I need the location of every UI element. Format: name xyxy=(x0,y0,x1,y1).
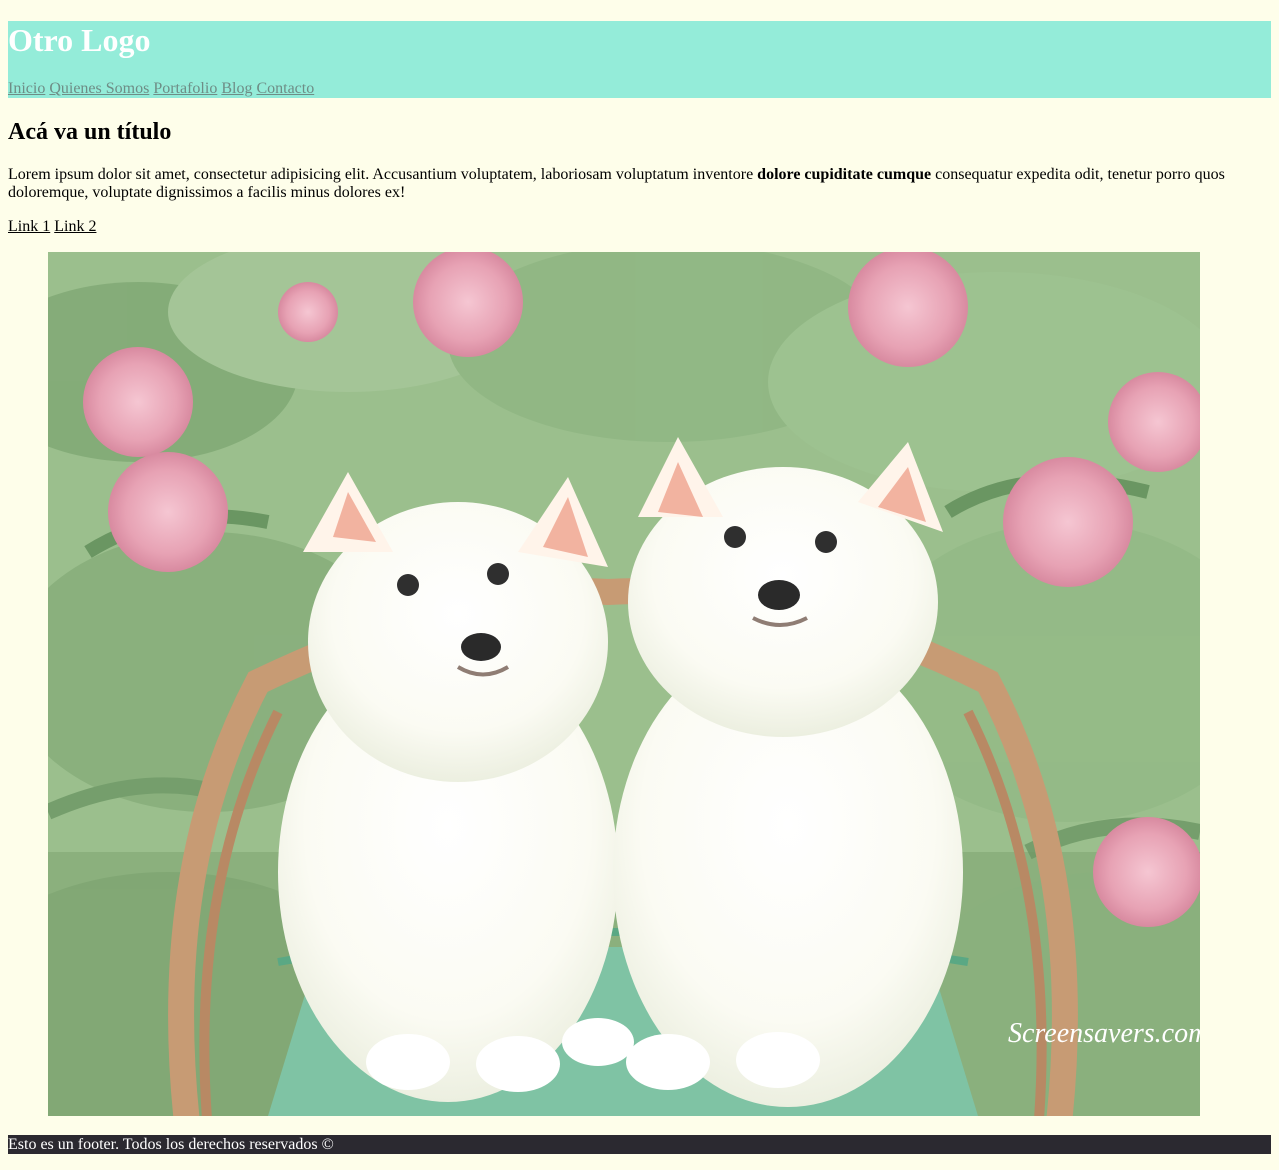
paragraph-bold-text: dolore cupiditate cumque xyxy=(757,166,932,183)
watermark-text: Screensavers.com xyxy=(1008,1018,1200,1049)
main-nav: Inicio Quienes Somos Portafolio Blog Con… xyxy=(8,79,314,98)
puppies-photo: Screensavers.com xyxy=(48,252,1200,1116)
nav-link-quienes-somos[interactable]: Quienes Somos xyxy=(49,80,149,97)
site-footer: Esto es un footer. Todos los derechos re… xyxy=(8,1135,1271,1154)
link-1[interactable]: Link 1 xyxy=(8,218,50,235)
link-2[interactable]: Link 2 xyxy=(54,218,96,235)
nav-link-blog[interactable]: Blog xyxy=(221,80,252,97)
content-links: Link 1 Link 2 xyxy=(8,217,96,236)
page-title: Acá va un título xyxy=(8,119,172,145)
intro-paragraph: Lorem ipsum dolor sit amet, consectetur … xyxy=(8,166,1260,202)
site-logo[interactable]: Otro Logo xyxy=(8,21,151,59)
site-header: Otro Logo Inicio Quienes Somos Portafoli… xyxy=(8,21,1271,98)
paragraph-text-before: Lorem ipsum dolor sit amet, consectetur … xyxy=(8,166,758,183)
nav-link-contacto[interactable]: Contacto xyxy=(256,80,314,97)
nav-link-inicio[interactable]: Inicio xyxy=(8,80,45,97)
nav-link-portafolio[interactable]: Portafolio xyxy=(153,80,217,97)
puppies-illustration: Screensavers.com xyxy=(48,252,1200,1116)
footer-text: Esto es un footer. Todos los derechos re… xyxy=(8,1136,334,1153)
